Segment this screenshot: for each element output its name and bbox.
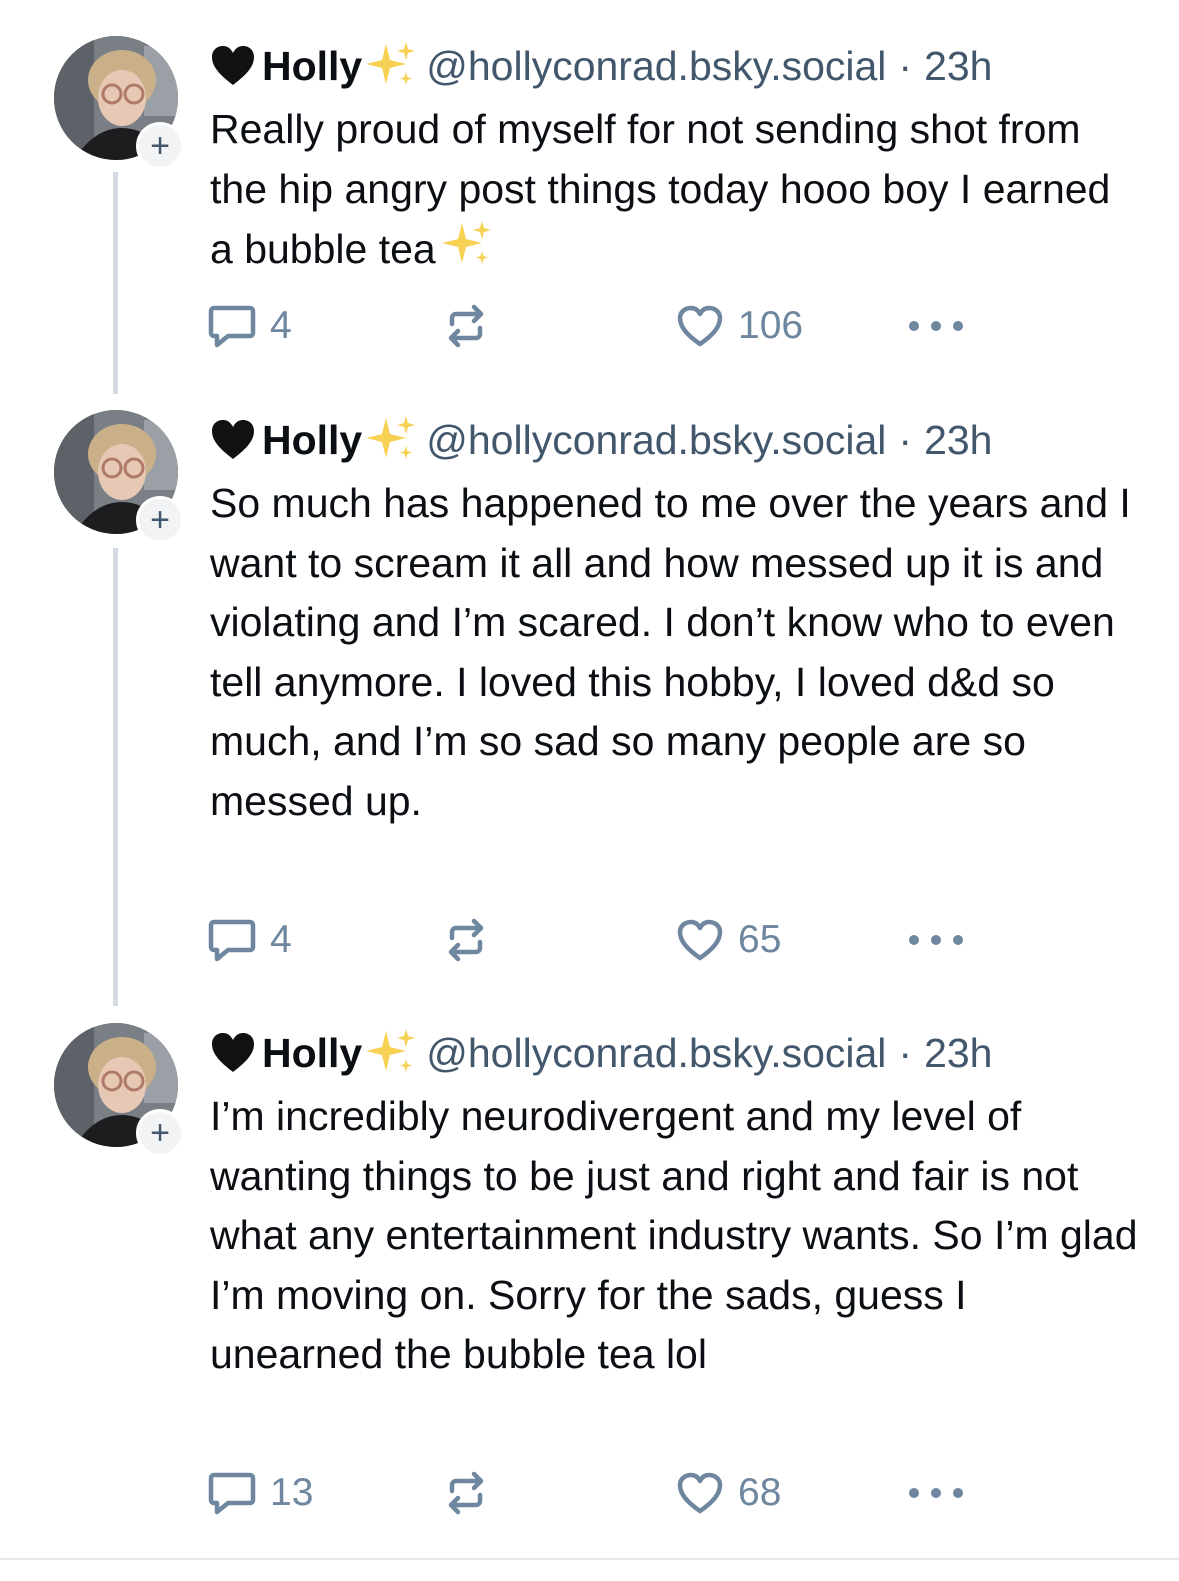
- reply-count: 4: [270, 304, 292, 347]
- separator-dot: ·: [898, 1029, 913, 1076]
- sparkles-emoji: [441, 221, 491, 264]
- reply-button[interactable]: 13: [208, 1469, 313, 1517]
- repost-icon: [448, 304, 484, 348]
- like-icon: [677, 1472, 723, 1514]
- author-handle[interactable]: @hollyconrad.bsky.social: [426, 1030, 886, 1077]
- reply-icon: [208, 919, 256, 962]
- follow-plus-icon[interactable]: +: [136, 122, 184, 170]
- repost-button[interactable]: [444, 916, 502, 964]
- more-icon: [909, 1488, 963, 1498]
- black-heart-emoji: [212, 1033, 254, 1072]
- post-text-body: Really proud of myself for not sending s…: [210, 106, 1111, 272]
- like-button[interactable]: 106: [676, 302, 803, 350]
- reply-button[interactable]: 4: [208, 302, 292, 350]
- follow-plus-icon[interactable]: +: [136, 496, 184, 544]
- reply-icon: [208, 1472, 256, 1515]
- post-text: So much has happened to me over the year…: [210, 480, 1131, 824]
- like-icon: [677, 919, 723, 961]
- author-handle[interactable]: @hollyconrad.bsky.social: [426, 43, 886, 90]
- like-count: 106: [738, 304, 804, 347]
- like-button[interactable]: 65: [676, 916, 781, 964]
- post-header: Holly @hollyconrad.bsky.social · 23h: [210, 36, 993, 96]
- more-button[interactable]: [908, 1469, 964, 1517]
- reply-count: 13: [270, 1471, 314, 1514]
- like-button[interactable]: 68: [676, 1469, 781, 1517]
- repost-icon: [448, 1471, 484, 1515]
- reply-button[interactable]: 4: [208, 916, 292, 964]
- reply-count: 4: [270, 918, 292, 961]
- like-icon: [677, 305, 723, 347]
- repost-button[interactable]: [444, 1469, 502, 1517]
- author-name[interactable]: Holly: [262, 1030, 362, 1077]
- sparkles-emoji: [366, 42, 416, 85]
- post-actions: 13 68: [208, 1469, 988, 1517]
- divider: [0, 1558, 1179, 1560]
- post-header: Holly @hollyconrad.bsky.social · 23h: [210, 1023, 993, 1083]
- author-handle[interactable]: @hollyconrad.bsky.social: [426, 417, 886, 464]
- black-heart-emoji: [212, 420, 254, 459]
- author-name[interactable]: Holly: [262, 417, 362, 464]
- repost-button[interactable]: [444, 302, 502, 350]
- sparkles-emoji: [366, 416, 416, 459]
- thread-line: [113, 548, 118, 1006]
- separator-dot: ·: [898, 416, 913, 463]
- like-count: 68: [738, 1471, 782, 1514]
- separator-dot: ·: [898, 42, 913, 89]
- reply-icon: [208, 305, 256, 348]
- sparkles-emoji: [366, 1029, 416, 1072]
- post-text: I’m incredibly neurodivergent and my lev…: [210, 1093, 1138, 1377]
- post-time[interactable]: 23h: [924, 1030, 992, 1077]
- like-count: 65: [738, 918, 782, 961]
- black-heart-emoji: [212, 46, 254, 85]
- follow-plus-icon[interactable]: +: [136, 1109, 184, 1157]
- thread-line: [113, 172, 118, 394]
- author-name[interactable]: Holly: [262, 43, 362, 90]
- more-button[interactable]: [908, 302, 964, 350]
- more-button[interactable]: [908, 916, 964, 964]
- post-actions: 4 65: [208, 916, 988, 964]
- more-icon: [909, 321, 963, 331]
- post-time[interactable]: 23h: [924, 417, 992, 464]
- more-icon: [909, 935, 963, 945]
- post-actions: 4 106: [208, 302, 988, 350]
- repost-icon: [448, 918, 484, 962]
- post-header: Holly @hollyconrad.bsky.social · 23h: [210, 410, 993, 470]
- post-time[interactable]: 23h: [924, 43, 992, 90]
- post-text: Really proud of myself for not sending s…: [210, 100, 1140, 280]
